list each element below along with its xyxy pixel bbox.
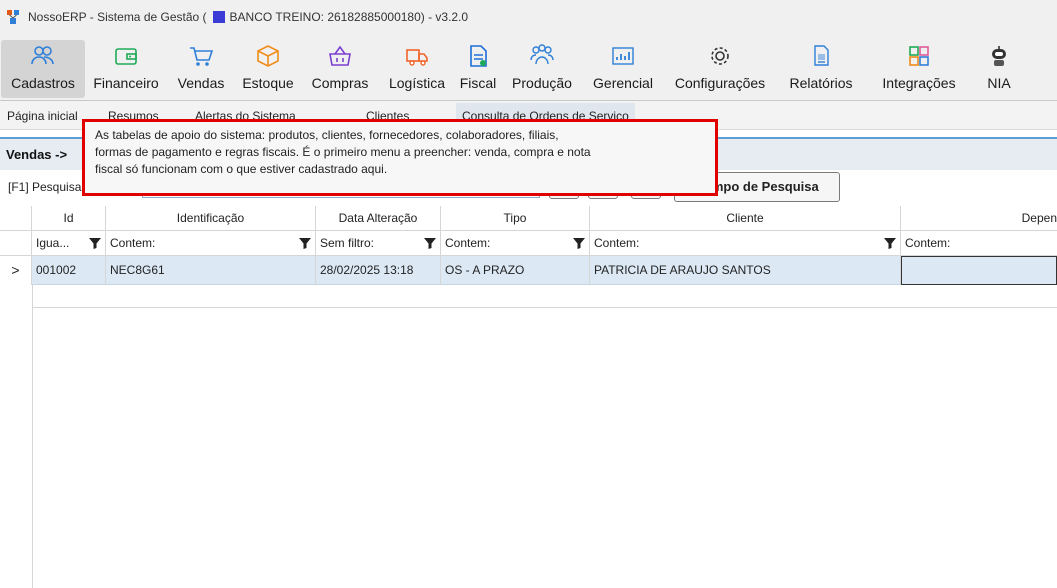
filter-cell-identificacao[interactable]: Contem: <box>106 231 316 256</box>
cell-data-alteracao[interactable]: 28/02/2025 13:18 <box>316 256 441 285</box>
cell-identificacao[interactable]: NEC8G61 <box>106 256 316 285</box>
main-ribbon: Cadastros Financeiro Vendas Estoque Comp… <box>0 36 1057 101</box>
breadcrumb-label: Vendas -> <box>6 147 68 162</box>
column-header-tipo[interactable]: Tipo <box>441 206 590 231</box>
cell-tipo[interactable]: OS - A PRAZO <box>441 256 590 285</box>
column-header-id[interactable]: Id <box>32 206 106 231</box>
results-grid: Id Identificação Data Alteração Tipo Cli… <box>0 206 1057 588</box>
funnel-icon[interactable] <box>573 237 585 249</box>
app-logo-icon <box>7 10 19 24</box>
funnel-icon[interactable] <box>299 237 311 249</box>
filter-cell-data-alteracao[interactable]: Sem filtro: <box>316 231 441 256</box>
filter-label: Contem: <box>445 236 491 250</box>
filter-label: Sem filtro: <box>320 236 375 250</box>
robot-icon <box>992 46 1006 66</box>
ribbon-logistica-button[interactable]: Logística <box>382 40 452 98</box>
ribbon-producao-button[interactable]: Produção <box>505 40 579 98</box>
cadastros-tooltip: As tabelas de apoio do sistema: produtos… <box>82 119 718 196</box>
filter-label: Contem: <box>905 236 951 250</box>
funnel-icon[interactable] <box>424 237 436 249</box>
tab-pagina-inicial[interactable]: Página inicial <box>7 109 78 123</box>
filter-cell-cliente[interactable]: Contem: <box>590 231 901 256</box>
gear-icon <box>711 47 729 65</box>
report-icon <box>814 45 829 66</box>
column-header-identificacao[interactable]: Identificação <box>106 206 316 231</box>
people-icon <box>31 46 54 65</box>
ribbon-compras-button[interactable]: Compras <box>305 40 375 98</box>
filter-cell-id[interactable]: Igua... <box>32 231 106 256</box>
basket-icon <box>329 45 351 66</box>
ribbon-integracoes-button[interactable]: Integrações <box>874 40 964 98</box>
ribbon-cadastros-button[interactable]: Cadastros <box>1 40 85 98</box>
grid-empty-row <box>32 285 1057 308</box>
row-indicator-header <box>0 206 32 231</box>
ribbon-gerencial-button[interactable]: Gerencial <box>585 40 661 98</box>
chart-icon <box>612 47 634 65</box>
row-indicator: > <box>0 256 32 285</box>
column-header-data-alteracao[interactable]: Data Alteração <box>316 206 441 231</box>
cart-icon <box>190 47 214 66</box>
filter-label: Igua... <box>36 236 70 250</box>
funnel-icon[interactable] <box>884 237 896 249</box>
column-header-cliente[interactable]: Cliente <box>590 206 901 231</box>
cell-cliente[interactable]: PATRICIA DE ARAUJO SANTOS <box>590 256 901 285</box>
tooltip-line: fiscal só funcionam com o que estiver ca… <box>95 162 388 176</box>
filter-label: Contem: <box>594 236 640 250</box>
ribbon-configuracoes-button[interactable]: Configurações <box>666 40 774 98</box>
document-icon <box>470 45 487 67</box>
cell-dependente[interactable] <box>901 256 1057 285</box>
filter-indicator-cell <box>0 231 32 256</box>
ribbon-estoque-button[interactable]: Estoque <box>235 40 301 98</box>
ribbon-financeiro-button[interactable]: Financeiro <box>87 40 165 98</box>
window-title: NossoERP - Sistema de Gestão (BANCO TREI… <box>28 10 469 24</box>
team-icon <box>530 44 554 65</box>
ribbon-nia-button[interactable]: NIA <box>978 40 1020 98</box>
tooltip-line: As tabelas de apoio do sistema: produtos… <box>95 128 559 142</box>
ribbon-relatorios-button[interactable]: Relatórios <box>782 40 860 98</box>
filter-label: Contem: <box>110 236 156 250</box>
cell-id[interactable]: 001002 <box>32 256 106 285</box>
truck-icon <box>406 49 428 66</box>
ribbon-vendas-button[interactable]: Vendas <box>171 40 231 98</box>
column-header-dependente[interactable]: Depen <box>901 206 1057 231</box>
ribbon-fiscal-button[interactable]: Fiscal <box>456 40 500 98</box>
tooltip-line: formas de pagamento e regras fiscais. É … <box>95 145 591 159</box>
funnel-icon[interactable] <box>89 237 101 249</box>
puzzle-icon <box>909 46 929 66</box>
wallet-icon <box>115 48 137 65</box>
grid-divider <box>32 285 33 588</box>
box-icon <box>257 45 279 67</box>
filter-cell-tipo[interactable]: Contem: <box>441 231 590 256</box>
title-bar: NossoERP - Sistema de Gestão (BANCO TREI… <box>0 0 1057 36</box>
database-color-swatch <box>212 11 225 23</box>
filter-cell-dependente[interactable]: Contem: <box>901 231 1057 256</box>
